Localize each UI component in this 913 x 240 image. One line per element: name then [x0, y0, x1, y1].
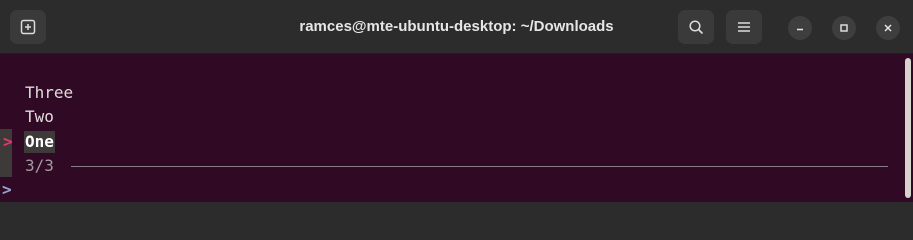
list-item-label: Two — [25, 107, 54, 126]
list-item[interactable]: Two — [0, 105, 58, 177]
close-button[interactable] — [876, 16, 900, 40]
maximize-icon — [840, 24, 848, 32]
search-icon — [689, 20, 703, 34]
prompt-symbol: > — [2, 180, 12, 199]
new-tab-button[interactable] — [10, 10, 46, 44]
list-item-label: One — [24, 131, 55, 153]
minimize-icon — [797, 28, 803, 31]
search-button[interactable] — [678, 10, 714, 44]
list-item-selected[interactable]: > One — [0, 130, 58, 154]
selection-pointer: > — [3, 132, 13, 151]
match-counter-row: 3/3 — [0, 154, 888, 178]
window-title: ramces@mte-ubuntu-desktop: ~/Downloads — [299, 18, 614, 35]
title-bar[interactable]: ramces@mte-ubuntu-desktop: ~/Downloads — [0, 0, 913, 54]
info-divider — [71, 166, 888, 167]
scrollbar[interactable] — [905, 58, 911, 198]
list-item[interactable]: Three — [0, 81, 73, 153]
terminal-window: ramces@mte-ubuntu-desktop: ~/Downloads T… — [0, 0, 913, 202]
maximize-button[interactable] — [832, 16, 856, 40]
terminal-output[interactable]: Three Two > One 3/3 > — [0, 54, 913, 202]
minimize-button[interactable] — [788, 16, 812, 40]
close-icon — [884, 24, 892, 32]
hamburger-menu-icon — [738, 22, 750, 32]
query-prompt-row[interactable]: > — [0, 178, 58, 202]
match-counter: 3/3 — [25, 156, 54, 175]
menu-button[interactable] — [726, 10, 762, 44]
list-item-label: Three — [25, 83, 74, 102]
new-tab-icon — [20, 19, 36, 35]
